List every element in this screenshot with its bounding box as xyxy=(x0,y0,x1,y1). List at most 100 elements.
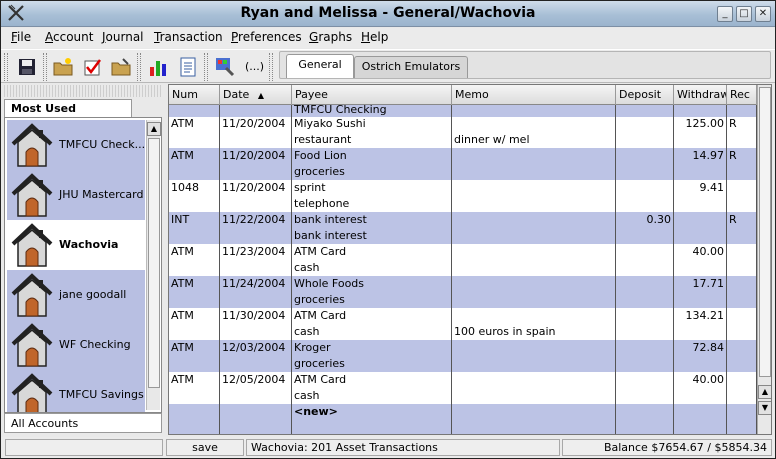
tab-general[interactable]: General xyxy=(286,54,354,78)
maximize-button[interactable]: □ xyxy=(736,6,752,22)
payee-cell[interactable]: Food Lion xyxy=(294,149,449,162)
table-row-detail[interactable]: groceries xyxy=(169,292,756,308)
table-row-detail[interactable]: restaurant dinner w/ mel xyxy=(169,132,756,148)
table-row[interactable]: 1048 11/20/2004 sprint 9.41 xyxy=(169,180,756,196)
category-cell[interactable]: groceries xyxy=(294,357,449,370)
date-cell[interactable]: 11/20/2004 xyxy=(222,117,289,130)
table-row-detail[interactable]: telephone xyxy=(169,196,756,212)
num-cell[interactable]: ATM xyxy=(171,341,217,354)
date-cell[interactable]: 11/23/2004 xyxy=(222,245,289,258)
num-cell[interactable]: ATM xyxy=(171,309,217,322)
payee-cell[interactable]: bank interest xyxy=(294,213,449,226)
scroll-up-button[interactable]: ▲ xyxy=(758,385,771,399)
num-cell[interactable]: ATM xyxy=(171,149,217,162)
num-cell[interactable]: ATM xyxy=(171,245,217,258)
account-item[interactable]: WF Checking xyxy=(7,320,145,370)
num-cell[interactable]: 1048 xyxy=(171,181,217,194)
open-folder-icon[interactable] xyxy=(109,55,133,79)
withdraw-cell[interactable]: 17.71 xyxy=(676,277,725,290)
account-item[interactable]: JHU Mastercard xyxy=(7,170,145,220)
column-header-memo[interactable]: Memo xyxy=(452,85,616,105)
date-cell[interactable]: 11/20/2004 xyxy=(222,181,289,194)
menu-account[interactable]: Account xyxy=(45,30,93,44)
register-scrollbar[interactable]: ▲ ▼ xyxy=(757,85,771,434)
title-bar[interactable]: Ryan and Melissa - General/Wachovia _ □ … xyxy=(1,1,775,27)
rec-cell[interactable]: R xyxy=(729,149,754,162)
payee-cell[interactable]: ATM Card xyxy=(294,309,449,322)
date-cell[interactable]: 11/22/2004 xyxy=(222,213,289,226)
table-row[interactable]: ATM 11/23/2004 ATM Card 40.00 xyxy=(169,244,756,260)
withdraw-cell[interactable]: 134.21 xyxy=(676,309,725,322)
preferences-icon[interactable] xyxy=(213,55,237,79)
rec-cell[interactable]: R xyxy=(729,117,754,130)
panel-header-grip[interactable] xyxy=(4,85,162,97)
scroll-thumb[interactable] xyxy=(759,87,771,377)
deposit-cell[interactable]: 0.30 xyxy=(618,213,672,226)
account-item[interactable]: TMFCU Savings xyxy=(7,370,145,412)
reconcile-icon[interactable] xyxy=(81,55,105,79)
memo-cell[interactable]: dinner w/ mel xyxy=(454,133,613,146)
payee-cell[interactable]: Miyako Sushi xyxy=(294,117,449,130)
withdraw-cell[interactable]: 125.00 xyxy=(676,117,725,130)
date-cell[interactable]: 12/05/2004 xyxy=(222,373,289,386)
withdraw-cell[interactable]: 72.84 xyxy=(676,341,725,354)
toolbar-grip[interactable] xyxy=(269,53,273,81)
category-cell[interactable]: cash xyxy=(294,389,449,402)
scroll-up-button[interactable]: ▲ xyxy=(147,122,161,136)
scroll-down-button[interactable]: ▼ xyxy=(758,401,771,415)
toolbar-grip[interactable] xyxy=(137,53,141,81)
tab-ostrich-emulators[interactable]: Ostrich Emulators xyxy=(354,56,468,78)
num-cell[interactable]: ATM xyxy=(171,277,217,290)
account-item[interactable]: jane goodall xyxy=(7,270,145,320)
date-cell[interactable]: 11/20/2004 xyxy=(222,149,289,162)
date-cell[interactable]: 11/30/2004 xyxy=(222,309,289,322)
table-row[interactable]: ATM 12/03/2004 Kroger 72.84 xyxy=(169,340,756,356)
scroll-thumb[interactable] xyxy=(148,138,160,388)
table-row-detail[interactable]: cash xyxy=(169,388,756,404)
menu-graphs[interactable]: Graphs xyxy=(309,30,352,44)
payee-cell[interactable]: Whole Foods xyxy=(294,277,449,290)
table-row-detail[interactable]: cash xyxy=(169,260,756,276)
date-cell[interactable]: 12/03/2004 xyxy=(222,341,289,354)
minimize-button[interactable]: _ xyxy=(717,6,733,22)
category-cell[interactable]: groceries xyxy=(294,165,449,178)
table-row[interactable]: ATM 11/24/2004 Whole Foods 17.71 xyxy=(169,276,756,292)
journal-icon[interactable] xyxy=(176,55,200,79)
withdraw-cell[interactable]: 9.41 xyxy=(676,181,725,194)
withdraw-cell[interactable]: 14.97 xyxy=(676,149,725,162)
menu-journal[interactable]: Journal xyxy=(102,30,144,44)
close-button[interactable]: ✕ xyxy=(755,6,771,22)
toolbar-grip[interactable] xyxy=(204,53,208,81)
toolbar-grip[interactable] xyxy=(4,53,8,81)
table-row-detail[interactable]: groceries xyxy=(169,356,756,372)
table-row-detail[interactable]: cash 100 euros in spain xyxy=(169,324,756,340)
category-cell[interactable]: restaurant xyxy=(294,133,449,146)
table-row[interactable]: ATM 11/20/2004 Food Lion 14.97 R xyxy=(169,148,756,164)
num-cell[interactable]: ATM xyxy=(171,373,217,386)
column-header-payee[interactable]: Payee xyxy=(292,85,452,105)
menu-file[interactable]: File xyxy=(11,30,31,44)
menu-transaction[interactable]: Transaction xyxy=(154,30,223,44)
save-icon[interactable] xyxy=(15,55,39,79)
withdraw-cell[interactable]: 40.00 xyxy=(676,373,725,386)
column-header-withdraw[interactable]: Withdraw xyxy=(674,85,727,105)
account-list-scrollbar[interactable]: ▲ xyxy=(146,120,161,410)
memo-cell[interactable]: 100 euros in spain xyxy=(454,325,613,338)
category-cell[interactable]: telephone xyxy=(294,197,449,210)
table-row-detail[interactable]: bank interest xyxy=(169,228,756,244)
new-transaction-icon[interactable] xyxy=(51,55,75,79)
column-header-deposit[interactable]: Deposit xyxy=(616,85,674,105)
table-row[interactable]: ATM 12/05/2004 ATM Card 40.00 xyxy=(169,372,756,388)
column-header-num[interactable]: Num xyxy=(169,85,220,105)
all-accounts-tab[interactable]: All Accounts xyxy=(4,413,162,433)
table-row-detail[interactable]: groceries xyxy=(169,164,756,180)
new-transaction-label[interactable]: <new> xyxy=(294,405,338,418)
rec-cell[interactable]: R xyxy=(729,213,754,226)
table-row[interactable]: INT 11/22/2004 bank interest 0.30 R xyxy=(169,212,756,228)
category-cell[interactable]: cash xyxy=(294,261,449,274)
table-row[interactable]: ATM 11/20/2004 Miyako Sushi 125.00 R xyxy=(169,116,756,132)
category-cell[interactable]: groceries xyxy=(294,293,449,306)
payee-cell[interactable]: ATM Card xyxy=(294,245,449,258)
menu-preferences[interactable]: Preferences xyxy=(231,30,302,44)
column-header-rec[interactable]: Rec xyxy=(727,85,757,105)
